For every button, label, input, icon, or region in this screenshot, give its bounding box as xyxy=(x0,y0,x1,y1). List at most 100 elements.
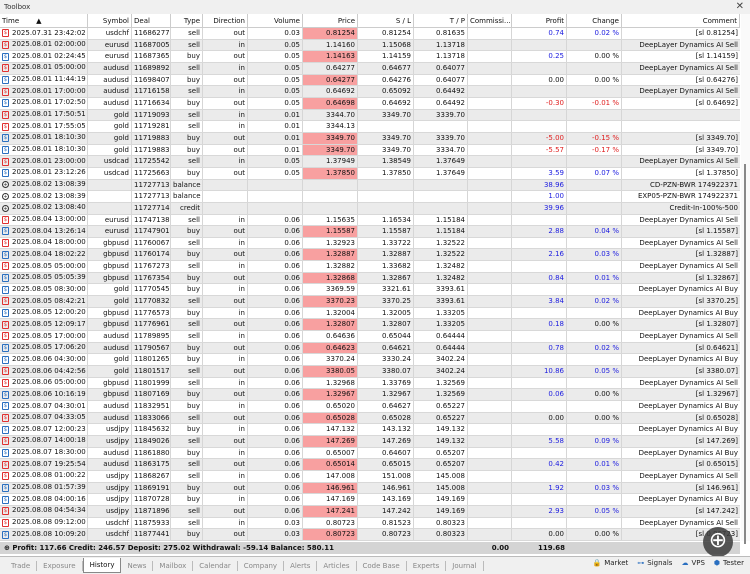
table-row[interactable]: $2025.08.08 10:09:20 usdchf 118774415 buy ou… xyxy=(0,529,740,541)
cell-change xyxy=(567,39,622,51)
column-header-9[interactable]: Commissi... xyxy=(468,14,512,27)
table-row[interactable]: $2025.08.06 04:42:56 gold 118015177 sell out… xyxy=(0,366,740,378)
buy-deal-icon: $ xyxy=(2,169,9,178)
table-row[interactable]: $2025.08.08 01:57:39 usdjpy 118691916 buy ou… xyxy=(0,482,740,495)
cell-type: buy xyxy=(171,494,203,505)
tool-market[interactable]: 🔒 Market xyxy=(593,559,629,567)
table-row[interactable]: $2025.08.08 09:12:00 usdchf 118759336 sell i… xyxy=(0,517,740,530)
table-row[interactable]: $2025.08.01 17:50:51 gold 117190933 sell in 0… xyxy=(0,109,740,122)
cell-price: 3370.24 xyxy=(303,354,358,366)
column-header-2[interactable]: Deal xyxy=(132,14,171,27)
column-header-8[interactable]: T / P xyxy=(414,14,468,27)
table-row[interactable]: $2025.08.05 12:00:20 gbpusd 117765730 buy in… xyxy=(0,307,740,320)
cell-time: $2025.08.05 12:09:17 xyxy=(0,319,88,331)
cell-direction: out xyxy=(203,144,248,156)
table-row[interactable]: $2025.08.01 17:00:00 audusd 117161580 sell i… xyxy=(0,86,740,98)
cell-profit: 0.00 xyxy=(512,529,567,540)
close-icon[interactable]: ✕ xyxy=(736,1,744,12)
table-row[interactable]: $2025.08.04 13:26:14 eurusd 117479016 buy ou… xyxy=(0,226,740,238)
table-row[interactable]: $2025.08.08 01:00:22 usdjpy 118682676 sell i… xyxy=(0,470,740,483)
table-row[interactable]: $2025.08.06 10:16:19 gbpusd 118071694 buy ou… xyxy=(0,389,740,401)
table-row[interactable]: $2025.08.01 02:24:45 eurusd 116873657 buy ou… xyxy=(0,51,740,63)
table-row[interactable]: $2025.08.01 18:10:30 gold 117198832 buy out 0… xyxy=(0,144,740,157)
tab-code-base[interactable]: Code Base xyxy=(357,560,407,571)
tab-experts[interactable]: Experts xyxy=(407,560,447,571)
table-row[interactable]: $2025.08.05 17:00:00 audusd 117898953 sell i… xyxy=(0,331,740,343)
table-row[interactable]: +2025.08.02 13:08:39 117277138 balance 38.9… xyxy=(0,179,740,192)
time-text: 2025.08.01 05:00:00 xyxy=(12,63,86,72)
cell-direction: in xyxy=(203,517,248,529)
cell-time: $2025.08.01 23:00:00 xyxy=(0,156,88,167)
tool-signals[interactable]: ⊶ Signals xyxy=(637,559,672,567)
tool-label: Signals xyxy=(647,559,673,567)
time-text: 2025.07.31 23:42:02 xyxy=(12,28,86,37)
vertical-scrollbar[interactable] xyxy=(741,14,750,544)
cell-change: 0.09 % xyxy=(567,435,622,447)
table-row[interactable]: $2025.08.01 17:02:50 audusd 117166347 buy ou… xyxy=(0,97,740,110)
table-row[interactable]: $2025.08.07 14:00:18 usdjpy 118490264 sell o… xyxy=(0,435,740,448)
column-header-11[interactable]: Change xyxy=(567,14,622,27)
buy-deal-icon: $ xyxy=(2,134,9,143)
cell-commission xyxy=(468,261,512,272)
tab-calendar[interactable]: Calendar xyxy=(193,560,238,571)
cell-symbol: usdcad xyxy=(88,167,132,179)
tool-tester[interactable]: ⬢ Tester xyxy=(714,559,744,567)
table-row[interactable]: $2025.08.05 08:30:00 gold 117705456 buy in 0.… xyxy=(0,284,740,297)
table-row[interactable]: $2025.08.01 11:44:19 audusd 116984079 buy ou… xyxy=(0,74,740,87)
table-row[interactable]: $2025.08.06 04:30:00 gold 118012657 buy in 0.… xyxy=(0,354,740,367)
scrollbar-thumb[interactable] xyxy=(744,164,746,544)
table-row[interactable]: $2025.08.04 18:02:22 gbpusd 117601744 buy ou… xyxy=(0,249,740,262)
table-row[interactable]: $2025.08.01 02:00:00 eurusd 116870052 sell i… xyxy=(0,39,740,52)
tab-history[interactable]: History xyxy=(82,558,122,573)
column-header-3[interactable]: Type xyxy=(171,14,203,27)
table-row[interactable]: $2025.08.01 23:00:00 usdcad 117255428 sell i… xyxy=(0,156,740,168)
table-row[interactable]: $2025.08.05 05:05:39 gbpusd 117673547 buy ou… xyxy=(0,272,740,285)
table-row[interactable]: $2025.08.05 12:09:17 gbpusd 117769611 sell o… xyxy=(0,319,740,332)
cell-symbol xyxy=(88,202,132,214)
table-row[interactable]: $2025.08.05 05:00:00 gbpusd 117672736 sell i… xyxy=(0,261,740,273)
table-row[interactable]: $2025.08.01 18:10:30 gold 117198830 buy out 0… xyxy=(0,132,740,145)
tab-mailbox[interactable]: Mailbox xyxy=(153,560,194,571)
table-row[interactable]: $2025.08.04 18:00:00 gbpusd 117600677 sell i… xyxy=(0,237,740,250)
tab-news[interactable]: News xyxy=(121,560,154,571)
table-row[interactable]: +2025.08.02 13:08:39 117277139 balance 1.00… xyxy=(0,191,740,203)
table-row[interactable]: $2025.08.01 05:00:00 audusd 116898920 sell i… xyxy=(0,62,740,75)
zoom-in-icon[interactable]: ⊕ xyxy=(703,527,733,557)
tab-articles[interactable]: Articles xyxy=(317,560,357,571)
table-row[interactable]: $2025.08.04 13:00:00 eurusd 117471387 sell i… xyxy=(0,214,740,227)
table-row[interactable]: $2025.08.01 17:55:05 gold 117192819 sell in 0… xyxy=(0,121,740,133)
tool-vps[interactable]: ☁ VPS xyxy=(681,559,704,567)
table-row[interactable]: +2025.08.02 13:08:40 117277140 credit 39.96… xyxy=(0,202,740,215)
column-header-0[interactable]: Time ▲ xyxy=(0,14,88,27)
table-row[interactable]: $2025.08.07 18:30:00 audusd 118618807 buy in… xyxy=(0,447,740,460)
column-header-12[interactable]: Comment xyxy=(622,14,740,27)
column-header-10[interactable]: Profit xyxy=(512,14,567,27)
tab-journal[interactable]: Journal xyxy=(446,560,484,571)
tab-trade[interactable]: Trade xyxy=(5,560,38,571)
table-row[interactable]: $2025.08.05 08:42:21 gold 117708328 sell out… xyxy=(0,296,740,308)
tab-company[interactable]: Company xyxy=(238,560,285,571)
tab-exposure[interactable]: Exposure xyxy=(37,560,83,571)
table-row[interactable]: $2025.08.07 04:33:05 audusd 118330663 sell o… xyxy=(0,412,740,425)
cell-sl: 0.64607 xyxy=(358,447,414,459)
column-header-1[interactable]: Symbol xyxy=(88,14,132,27)
table-row[interactable]: $2025.08.08 04:00:16 usdjpy 118707285 buy in… xyxy=(0,494,740,506)
column-header-4[interactable]: Direction xyxy=(203,14,248,27)
table-row[interactable]: $2025.08.01 23:12:26 usdcad 117256630 buy ou… xyxy=(0,167,740,180)
table-row[interactable]: $2025.08.07 19:25:54 audusd 118631754 sell o… xyxy=(0,459,740,471)
sell-deal-icon: $ xyxy=(2,413,9,422)
table-row[interactable]: $2025.08.06 05:00:00 gbpusd 118019994 sell i… xyxy=(0,377,740,390)
table-row[interactable]: $2025.08.08 04:54:34 usdjpy 118718967 sell o… xyxy=(0,505,740,518)
cell-symbol: audusd xyxy=(88,97,132,109)
table-row[interactable]: $2025.08.07 12:00:23 usdjpy 118456323 buy in… xyxy=(0,424,740,436)
table-row[interactable]: $2025.08.05 17:06:20 audusd 117905678 buy ou… xyxy=(0,342,740,355)
tab-alerts[interactable]: Alerts xyxy=(284,560,318,571)
cell-change: 0.02 % xyxy=(567,296,622,307)
column-header-6[interactable]: Price xyxy=(303,14,358,27)
column-header-5[interactable]: Volume xyxy=(248,14,303,27)
column-header-7[interactable]: S / L xyxy=(358,14,414,27)
table-row[interactable]: $2025.08.07 04:30:01 audusd 118329510 buy in… xyxy=(0,401,740,413)
table-row[interactable]: $2025.07.31 23:42:02 usdchf 116862776 sell o… xyxy=(0,28,740,40)
cell-profit: -5.00 xyxy=(512,132,567,144)
cell-profit xyxy=(512,156,567,167)
